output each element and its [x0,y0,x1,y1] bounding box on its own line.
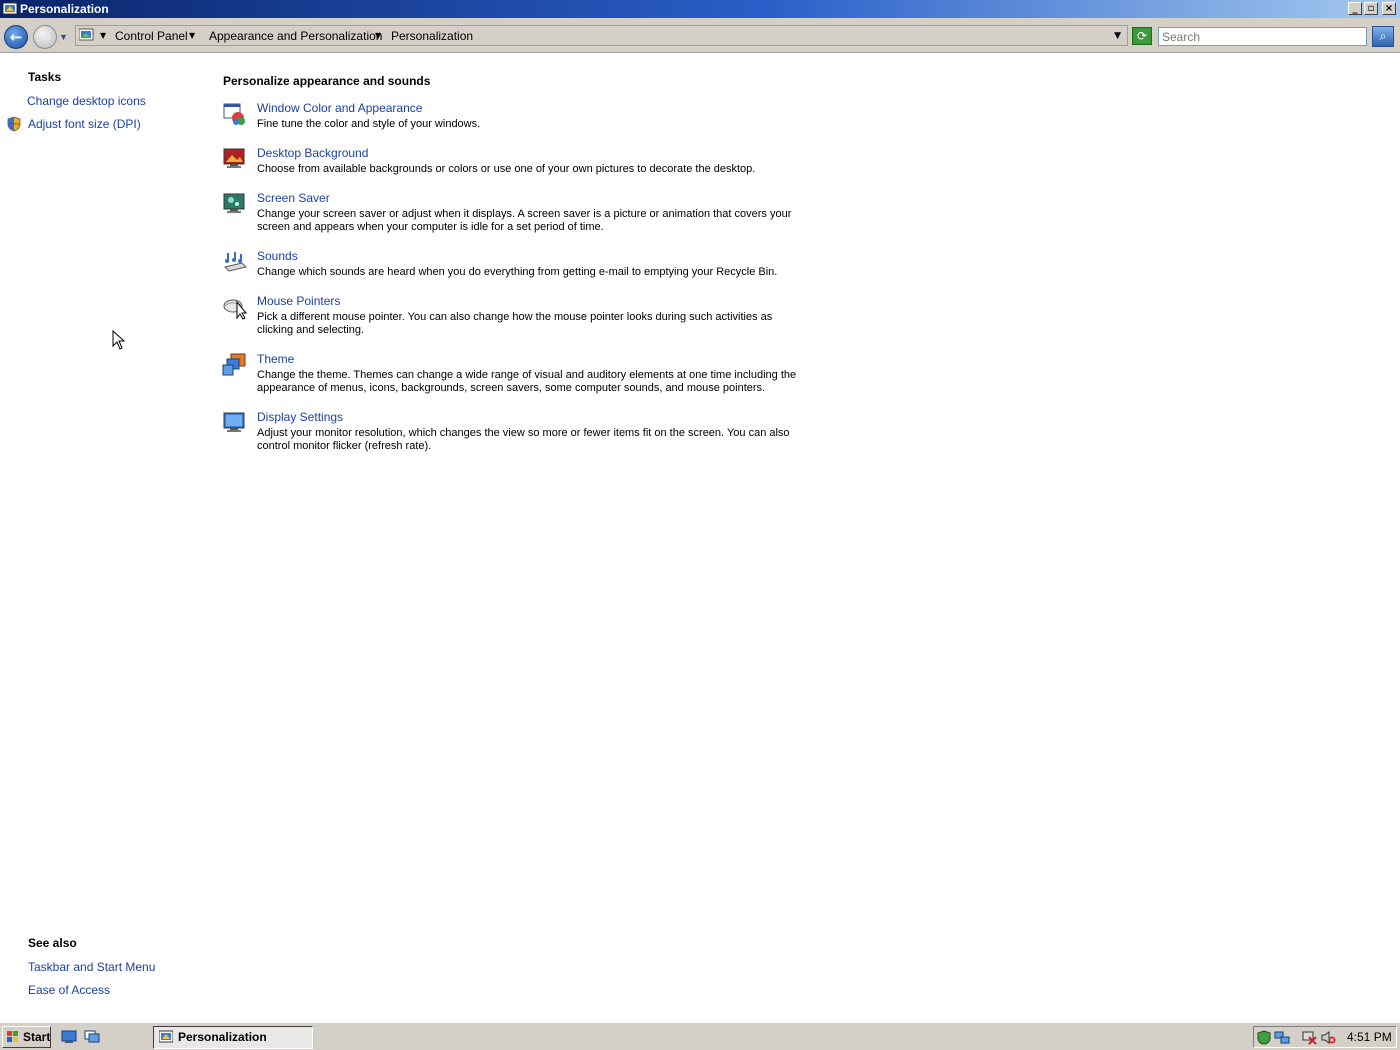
change-desktop-icons-link[interactable]: Change desktop icons [27,94,146,108]
display-settings-link[interactable]: Display Settings [257,410,343,424]
mouse-pointers-description: Pick a different mouse pointer. You can … [257,311,773,336]
page-heading: Personalize appearance and sounds [223,74,431,88]
navigation-bar: ← → ▼ ▼ Control Panel ▼ Appearance and P… [0,18,1400,53]
theme-description: Change the theme. Themes can change a wi… [257,369,797,394]
breadcrumb-chevron-icon[interactable]: ▼ [189,29,195,43]
security-center-tray-icon[interactable] [1257,1030,1273,1045]
network-disconnected-tray-icon[interactable] [1302,1030,1318,1045]
volume-muted-tray-icon[interactable] [1320,1030,1336,1045]
screen-saver-description: Change your screen saver or adjust when … [257,208,792,233]
close-button[interactable]: × [1382,2,1396,15]
system-tray: 4:51 PM [1253,1026,1397,1048]
screen-saver-link[interactable]: Screen Saver [257,191,330,205]
show-desktop-icon[interactable] [61,1030,77,1044]
breadcrumb-chevron-icon[interactable]: ▼ [375,29,381,43]
window-title: Personalization [20,2,109,16]
shield-icon [7,116,21,132]
windows-flag-icon [7,1031,18,1042]
desktop-background-link[interactable]: Desktop Background [257,146,368,160]
start-button[interactable]: Start [2,1026,51,1048]
breadcrumb-appearance-and-personalization[interactable]: Appearance and Personalization [209,29,382,43]
see-also-heading: See also [28,936,77,950]
window-color-icon[interactable] [222,101,248,127]
search-input[interactable] [1158,27,1367,46]
screen-saver-icon[interactable] [222,191,248,217]
personalization-task-icon [159,1030,173,1043]
content-area: Tasks Change desktop icons Adjust font s… [0,54,1400,1022]
back-button[interactable]: ← [4,25,28,49]
desktop-background-icon[interactable] [222,146,248,172]
taskbar-item-personalization[interactable]: Personalization [153,1026,313,1049]
breadcrumb-root-chevron-icon[interactable]: ▼ [100,29,106,43]
ease-of-access-link[interactable]: Ease of Access [28,983,110,997]
maximize-button[interactable]: ▫ [1364,2,1378,15]
window-color-and-appearance-link[interactable]: Window Color and Appearance [257,101,422,115]
refresh-button[interactable]: ⟳ [1132,27,1152,45]
sounds-description: Change which sounds are heard when you d… [257,266,778,278]
adjust-font-size-link[interactable]: Adjust font size (DPI) [28,117,141,131]
theme-icon[interactable] [222,352,248,378]
mouse-cursor-icon [112,330,126,350]
window-color-and-appearance-description: Fine tune the color and style of your wi… [257,118,481,130]
search-button[interactable]: ⌕ [1372,26,1394,47]
address-field[interactable]: ▼ Control Panel ▼ Appearance and Persona… [75,25,1128,46]
minimize-button[interactable]: _ [1348,2,1362,15]
breadcrumb-control-panel[interactable]: Control Panel [115,29,188,43]
mouse-pointers-link[interactable]: Mouse Pointers [257,294,340,308]
tasks-heading: Tasks [28,70,62,84]
mouse-pointers-icon[interactable] [222,294,248,320]
taskbar: Start Personalization 4:51 PM [0,1022,1400,1050]
display-settings-description: Adjust your monitor resolution, which ch… [257,427,790,452]
control-panel-icon [79,28,94,41]
breadcrumb-personalization[interactable]: Personalization [391,29,473,43]
address-history-dropdown-icon[interactable]: ▼ [1114,29,1121,43]
theme-link[interactable]: Theme [257,352,294,366]
recent-pages-dropdown-icon[interactable]: ▼ [59,32,69,42]
clock: 4:51 PM [1347,1030,1392,1044]
start-label: Start [23,1030,51,1044]
personalization-app-icon [3,2,17,15]
taskbar-item-label: Personalization [178,1030,267,1044]
taskbar-and-start-menu-link[interactable]: Taskbar and Start Menu [28,960,155,974]
desktop-background-description: Choose from available backgrounds or col… [257,163,756,175]
forward-button[interactable]: → [33,25,57,49]
switch-windows-icon[interactable] [84,1030,100,1044]
sounds-link[interactable]: Sounds [257,249,298,263]
display-settings-icon[interactable] [222,410,248,436]
network-tray-icon[interactable] [1274,1030,1290,1045]
sounds-icon[interactable] [222,249,248,275]
title-bar[interactable]: Personalization _ ▫ × [0,0,1400,18]
